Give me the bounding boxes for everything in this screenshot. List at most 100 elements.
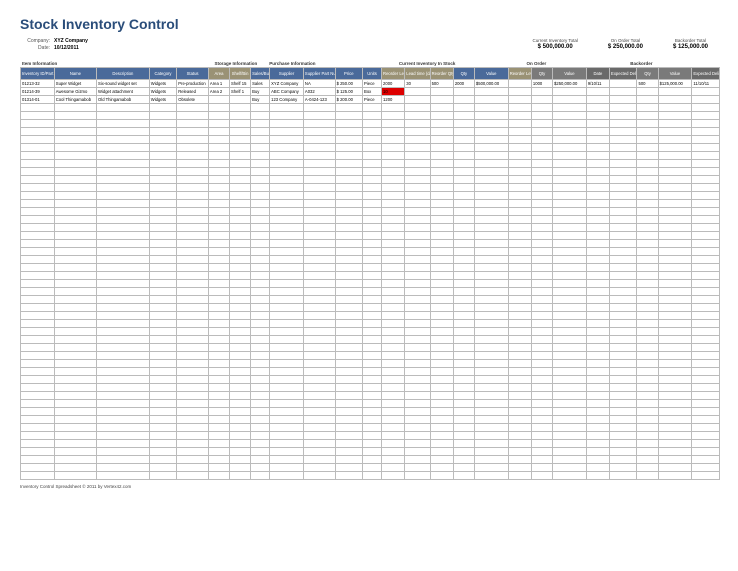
cell xyxy=(149,336,176,344)
cell xyxy=(363,352,382,360)
cell xyxy=(149,376,176,384)
cell xyxy=(610,184,637,192)
cell xyxy=(474,104,508,112)
cell xyxy=(21,128,55,136)
cell xyxy=(586,376,609,384)
cell xyxy=(610,96,637,104)
cell xyxy=(21,368,55,376)
cell: Piece xyxy=(363,96,382,104)
cell xyxy=(430,240,453,248)
cell xyxy=(508,320,531,328)
cell xyxy=(54,272,96,280)
cell xyxy=(270,376,304,384)
cell xyxy=(149,280,176,288)
cell xyxy=(230,136,251,144)
cell xyxy=(453,440,474,448)
cell xyxy=(586,144,609,152)
cell xyxy=(474,88,508,96)
cell xyxy=(637,232,658,240)
cell xyxy=(553,296,587,304)
cell xyxy=(251,184,270,192)
cell xyxy=(508,464,531,472)
cell xyxy=(97,392,150,400)
cell xyxy=(508,200,531,208)
cell xyxy=(692,176,720,184)
cell xyxy=(177,208,209,216)
cell xyxy=(251,328,270,336)
cell xyxy=(474,112,508,120)
cell xyxy=(382,432,405,440)
cell xyxy=(303,368,335,376)
cell xyxy=(177,296,209,304)
cell xyxy=(405,432,430,440)
cell xyxy=(208,344,229,352)
cell xyxy=(658,320,692,328)
section-item: Item Information xyxy=(20,60,212,67)
cell xyxy=(692,384,720,392)
cell xyxy=(405,456,430,464)
cell xyxy=(382,344,405,352)
cell xyxy=(363,184,382,192)
table-row xyxy=(21,240,720,248)
cell xyxy=(508,416,531,424)
cell xyxy=(270,288,304,296)
cell xyxy=(21,264,55,272)
cell xyxy=(208,176,229,184)
cell xyxy=(270,136,304,144)
cell xyxy=(610,472,637,480)
cell xyxy=(692,288,720,296)
cell xyxy=(97,376,150,384)
table-row xyxy=(21,296,720,304)
cell xyxy=(553,176,587,184)
cell xyxy=(335,224,362,232)
cell xyxy=(335,336,362,344)
cell xyxy=(363,328,382,336)
cell xyxy=(553,264,587,272)
cell xyxy=(382,424,405,432)
cell xyxy=(382,328,405,336)
cell xyxy=(692,296,720,304)
cell xyxy=(453,448,474,456)
cell xyxy=(692,472,720,480)
cell xyxy=(335,408,362,416)
cell xyxy=(335,472,362,480)
cell xyxy=(453,320,474,328)
cell xyxy=(692,280,720,288)
cell xyxy=(303,464,335,472)
cell xyxy=(382,464,405,472)
cell xyxy=(430,448,453,456)
cell xyxy=(553,256,587,264)
h-reorder-level: Reorder Level xyxy=(382,68,405,80)
cell: Shelf 15 xyxy=(230,80,251,88)
cell xyxy=(430,200,453,208)
cell xyxy=(382,296,405,304)
cell xyxy=(335,432,362,440)
cell xyxy=(335,440,362,448)
cell xyxy=(610,208,637,216)
cell xyxy=(335,144,362,152)
cell xyxy=(508,440,531,448)
cell xyxy=(335,104,362,112)
cell xyxy=(586,328,609,336)
cell xyxy=(430,288,453,296)
cell xyxy=(251,424,270,432)
cell xyxy=(692,96,720,104)
cell: Old Thingamabob xyxy=(97,96,150,104)
cell xyxy=(230,224,251,232)
totals: Current Inventory Total$ 500,000.00 On O… xyxy=(532,38,708,50)
cell xyxy=(230,256,251,264)
cell xyxy=(405,200,430,208)
cell xyxy=(658,424,692,432)
cell xyxy=(303,448,335,456)
cell xyxy=(177,280,209,288)
cell xyxy=(553,144,587,152)
cell xyxy=(208,208,229,216)
cell xyxy=(453,400,474,408)
cell xyxy=(405,176,430,184)
cell xyxy=(453,360,474,368)
cell xyxy=(21,280,55,288)
cell xyxy=(303,264,335,272)
cell xyxy=(692,160,720,168)
cell xyxy=(382,288,405,296)
cell xyxy=(531,168,552,176)
